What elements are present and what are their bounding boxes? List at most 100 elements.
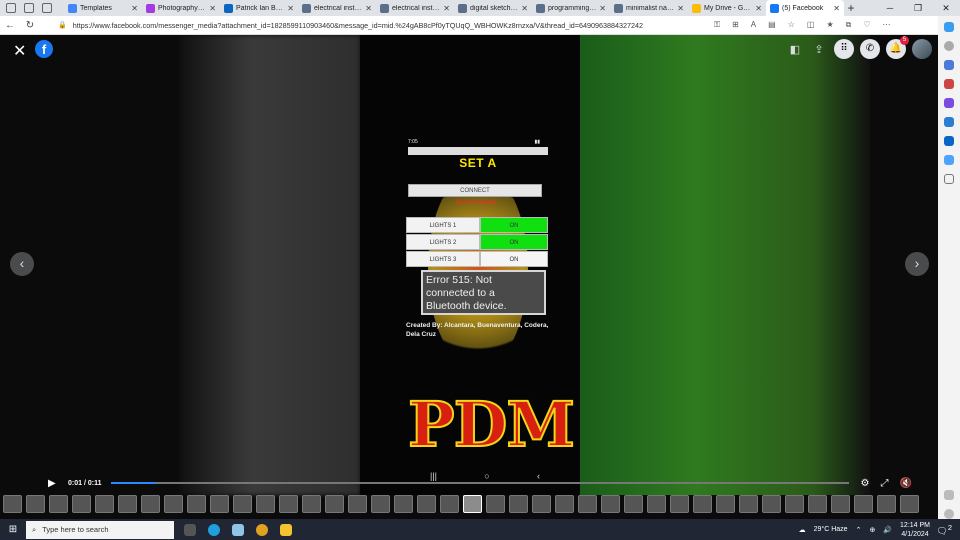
close-tab-icon[interactable]: ✕ — [287, 4, 294, 13]
close-tab-icon[interactable]: ✕ — [365, 4, 372, 13]
chrome-icon[interactable] — [256, 523, 268, 536]
tray-chevron-icon[interactable]: ⌃ — [856, 526, 862, 534]
media-thumbnail[interactable] — [256, 495, 275, 513]
taskbar-clock[interactable]: 12:14 PM 4/1/2024 — [900, 521, 930, 539]
media-thumbnail[interactable] — [164, 495, 183, 513]
close-tab-icon[interactable]: ✕ — [599, 4, 606, 13]
media-thumbnail[interactable] — [877, 495, 896, 513]
close-tab-icon[interactable]: ✕ — [131, 4, 138, 13]
notifications-icon[interactable]: 🔔 5 — [886, 36, 909, 59]
file-explorer-icon[interactable] — [280, 523, 292, 536]
media-thumbnail[interactable] — [26, 495, 45, 513]
media-thumbnail[interactable] — [118, 495, 137, 513]
browser-tab[interactable]: Patrick Ian Buena✕ — [220, 0, 298, 16]
media-thumbnail[interactable] — [371, 495, 390, 513]
close-icon[interactable]: ✕ — [13, 41, 26, 61]
media-thumbnail[interactable] — [578, 495, 597, 513]
new-tab-button[interactable]: + — [844, 1, 858, 15]
media-thumbnail[interactable] — [624, 495, 643, 513]
browser-tab[interactable]: (5) Facebook ✕ — [766, 0, 844, 16]
immersive-reader-icon[interactable]: ▤ — [768, 20, 776, 30]
media-thumbnail[interactable] — [509, 495, 528, 513]
notepad-icon[interactable] — [232, 523, 244, 536]
games-icon[interactable] — [944, 98, 954, 108]
media-thumbnail[interactable] — [670, 495, 689, 513]
media-thumbnail[interactable] — [555, 495, 574, 513]
close-tab-icon[interactable]: ✕ — [833, 4, 840, 13]
windows-start-icon[interactable]: ⊞ — [0, 524, 26, 535]
media-thumbnail[interactable] — [693, 495, 712, 513]
play-icon[interactable]: ▶ — [48, 478, 62, 489]
media-thumbnail[interactable] — [647, 495, 666, 513]
media-thumbnail[interactable] — [601, 495, 620, 513]
previous-arrow-icon[interactable]: ‹ — [10, 252, 34, 276]
split-screen-icon[interactable]: ◫ — [807, 20, 815, 30]
more-menu-icon[interactable]: ⋯ — [883, 20, 891, 30]
media-thumbnail[interactable] — [486, 495, 505, 513]
settings-gear-icon[interactable]: ⚙ — [860, 478, 869, 489]
media-thumbnail[interactable] — [141, 495, 160, 513]
video-progress-bar[interactable] — [111, 482, 850, 484]
media-thumbnail[interactable] — [854, 495, 873, 513]
media-thumbnail[interactable] — [808, 495, 827, 513]
profile-icon[interactable] — [6, 3, 16, 13]
media-thumbnail[interactable] — [348, 495, 367, 513]
apps-icon[interactable]: ⊞ — [732, 20, 739, 30]
task-view-icon[interactable] — [184, 523, 196, 536]
microsoft365-icon[interactable] — [944, 117, 954, 127]
refresh-icon[interactable]: ↻ — [20, 20, 40, 31]
drop-icon[interactable] — [944, 155, 954, 165]
facebook-logo-icon[interactable]: f — [35, 40, 53, 58]
media-thumbnail[interactable] — [49, 495, 68, 513]
address-bar[interactable]: 🔒 https://www.facebook.com/messenger_med… — [46, 18, 706, 33]
maximize-icon[interactable]: ❐ — [904, 0, 932, 16]
media-thumbnail[interactable] — [762, 495, 781, 513]
media-thumbnail[interactable] — [785, 495, 804, 513]
network-icon[interactable]: ⊕ — [869, 526, 875, 534]
close-tab-icon[interactable]: ✕ — [677, 4, 684, 13]
media-thumbnail[interactable] — [325, 495, 344, 513]
browser-tab[interactable]: electrical installat ✕ — [376, 0, 454, 16]
favorites-icon[interactable]: ★ — [826, 20, 833, 30]
browser-tab[interactable]: digital sketching ✕ — [454, 0, 532, 16]
messenger-icon[interactable]: ✆ — [860, 39, 880, 59]
browser-tab[interactable]: Templates ✕ — [64, 0, 142, 16]
browser-tab[interactable]: electrical installat ✕ — [298, 0, 376, 16]
collections-icon[interactable]: ⧉ — [846, 20, 852, 30]
shopping-icon[interactable] — [944, 60, 954, 70]
share-icon[interactable]: ⇪ — [810, 43, 828, 56]
close-tab-icon[interactable]: ✕ — [521, 4, 528, 13]
media-thumbnail[interactable] — [302, 495, 321, 513]
media-thumbnail[interactable] — [72, 495, 91, 513]
close-window-icon[interactable]: ✕ — [932, 0, 960, 16]
speaker-icon[interactable]: 🔊 — [883, 526, 892, 534]
media-thumbnail[interactable] — [900, 495, 919, 513]
media-thumbnail[interactable] — [440, 495, 459, 513]
add-sidebar-item-icon[interactable] — [944, 174, 954, 184]
close-tab-icon[interactable]: ✕ — [209, 4, 216, 13]
media-thumbnail[interactable] — [739, 495, 758, 513]
close-tab-icon[interactable]: ✕ — [443, 4, 450, 13]
lock-icon[interactable]: 🔒 — [58, 21, 67, 29]
browser-essentials-icon[interactable]: ♡ — [863, 20, 870, 30]
browser-tab[interactable]: minimalist nature ✕ — [610, 0, 688, 16]
menu-grid-icon[interactable]: ⠿ — [834, 39, 854, 59]
edge-icon[interactable] — [208, 523, 220, 536]
toggle-sidebar-icon[interactable]: ◧ — [786, 43, 804, 56]
media-thumbnail[interactable] — [417, 495, 436, 513]
back-icon[interactable]: ← — [0, 20, 20, 31]
media-thumbnail[interactable] — [532, 495, 551, 513]
weather-icon[interactable]: ☁ — [799, 526, 806, 534]
close-tab-icon[interactable]: ✕ — [755, 4, 762, 13]
media-thumbnail[interactable] — [463, 495, 482, 513]
media-thumbnail[interactable] — [279, 495, 298, 513]
weather-text[interactable]: 29°C Haze — [814, 526, 848, 533]
browser-tab[interactable]: Photography Port✕ — [142, 0, 220, 16]
browser-tab[interactable]: programming ico ✕ — [532, 0, 610, 16]
search-icon[interactable] — [944, 41, 954, 51]
media-thumbnail[interactable] — [394, 495, 413, 513]
media-thumbnail[interactable] — [210, 495, 229, 513]
notification-center-icon[interactable]: 🗨2 — [936, 523, 952, 537]
read-aloud-icon[interactable]: A — [751, 20, 756, 30]
avatar[interactable] — [912, 39, 932, 59]
